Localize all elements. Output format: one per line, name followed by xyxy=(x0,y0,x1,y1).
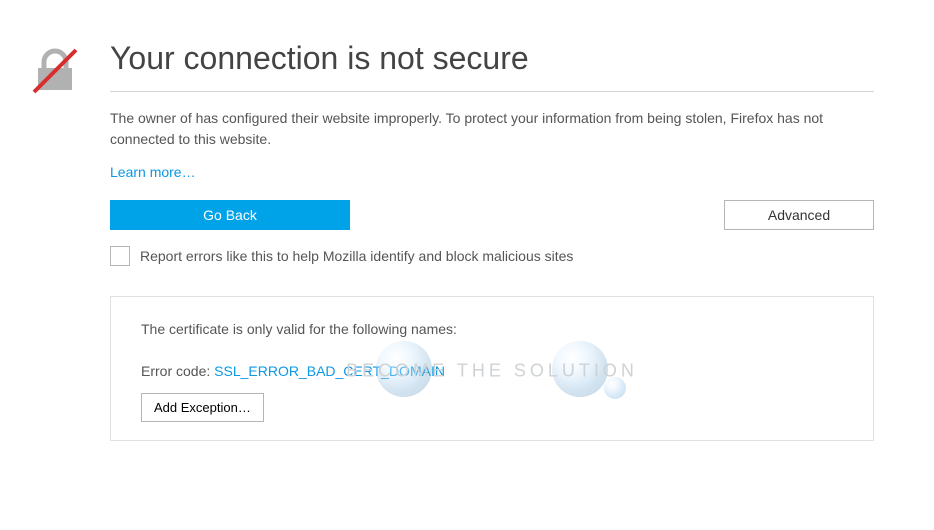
error-page: Your connection is not secure The owner … xyxy=(0,0,934,441)
advanced-details-panel: BECOME THE SOLUTION The certificate is o… xyxy=(110,296,874,441)
go-back-button[interactable]: Go Back xyxy=(110,200,350,230)
report-label: Report errors like this to help Mozilla … xyxy=(140,248,573,264)
report-checkbox[interactable] xyxy=(110,246,130,266)
description-text: The owner of has configured their websit… xyxy=(110,108,874,150)
watermark-text: BECOME THE SOLUTION xyxy=(346,361,638,382)
add-exception-button[interactable]: Add Exception… xyxy=(141,393,264,422)
learn-more-link[interactable]: Learn more… xyxy=(110,164,196,180)
error-code-prefix: Error code: xyxy=(141,363,214,379)
advanced-button[interactable]: Advanced xyxy=(724,200,874,230)
button-row: Go Back Advanced xyxy=(110,200,874,230)
icon-column xyxy=(30,40,110,441)
content-column: Your connection is not secure The owner … xyxy=(110,40,904,441)
insecure-lock-icon xyxy=(30,83,80,100)
report-row: Report errors like this to help Mozilla … xyxy=(110,246,874,266)
cert-validity-text: The certificate is only valid for the fo… xyxy=(141,321,843,337)
page-title: Your connection is not secure xyxy=(110,40,874,92)
